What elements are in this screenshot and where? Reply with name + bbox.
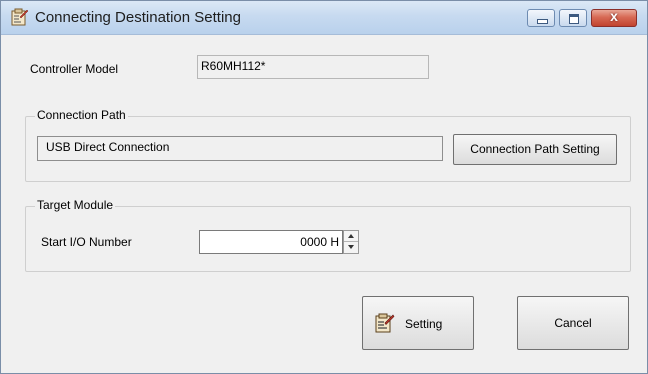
minimize-icon bbox=[537, 19, 548, 24]
controller-model-field: R60MH112* bbox=[197, 55, 429, 79]
settings-clipboard-icon bbox=[373, 313, 395, 336]
title-bar[interactable]: Connecting Destination Setting x bbox=[1, 1, 647, 35]
spin-up-button[interactable] bbox=[344, 231, 358, 242]
settings-clipboard-icon bbox=[9, 8, 29, 26]
connection-path-legend: Connection Path bbox=[35, 108, 128, 122]
window-title: Connecting Destination Setting bbox=[35, 9, 241, 26]
dialog-window: Connecting Destination Setting x Control… bbox=[0, 0, 648, 374]
start-io-number-label: Start I/O Number bbox=[41, 235, 132, 249]
maximize-icon bbox=[569, 14, 579, 24]
minimize-button[interactable] bbox=[527, 9, 555, 27]
setting-button-label: Setting bbox=[405, 317, 443, 331]
spin-down-button[interactable] bbox=[344, 242, 358, 253]
chevron-down-icon bbox=[348, 245, 354, 249]
controller-model-label: Controller Model bbox=[30, 62, 119, 76]
maximize-button[interactable] bbox=[559, 9, 587, 27]
setting-button[interactable]: Setting bbox=[362, 296, 474, 350]
target-module-legend: Target Module bbox=[35, 198, 116, 212]
close-button[interactable]: x bbox=[591, 8, 637, 27]
close-icon: x bbox=[610, 8, 618, 24]
connection-path-setting-button[interactable]: Connection Path Setting bbox=[453, 134, 617, 165]
cancel-button[interactable]: Cancel bbox=[517, 296, 629, 350]
start-io-number-input[interactable]: 0000 H bbox=[199, 230, 343, 254]
start-io-number-spinner[interactable] bbox=[343, 230, 359, 254]
chevron-up-icon bbox=[348, 234, 354, 238]
connection-path-field: USB Direct Connection bbox=[37, 136, 443, 161]
